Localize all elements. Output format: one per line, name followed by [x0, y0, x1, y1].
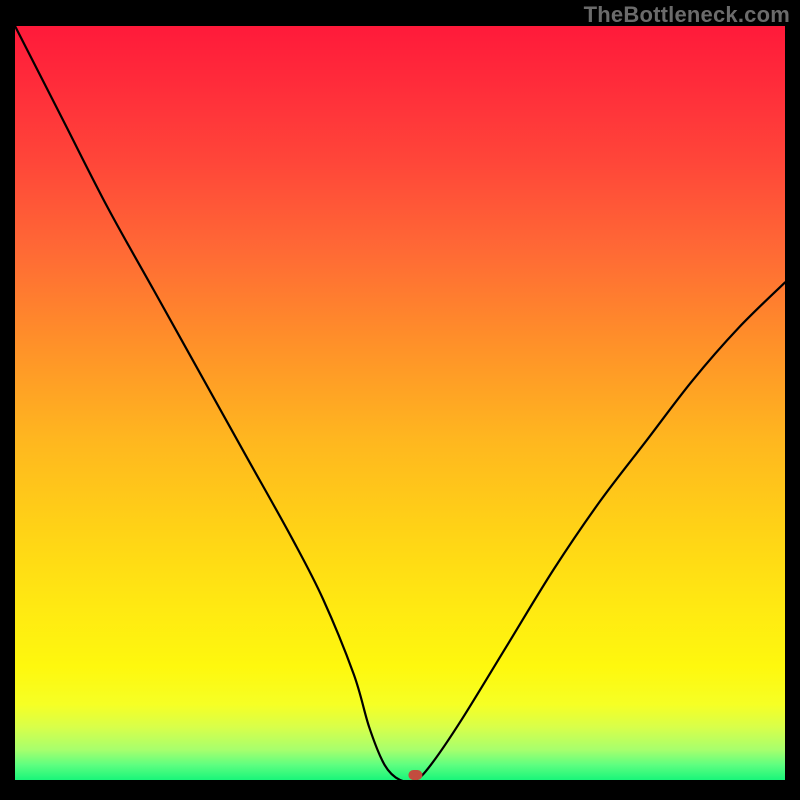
chart-frame: TheBottleneck.com [0, 0, 800, 800]
curve-svg [15, 26, 785, 780]
bottleneck-curve [15, 26, 785, 782]
plot-area [15, 26, 785, 780]
optimum-marker [408, 770, 422, 780]
watermark-text: TheBottleneck.com [584, 2, 790, 28]
